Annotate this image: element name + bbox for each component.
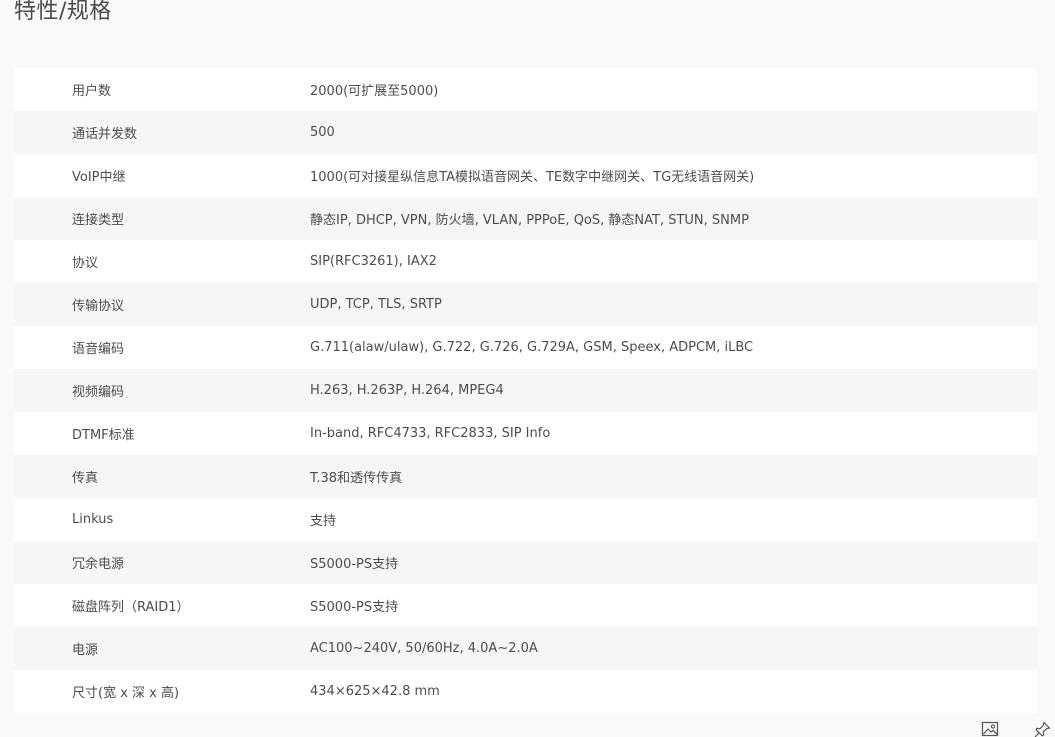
spec-value: S5000-PS支持	[310, 584, 1037, 627]
table-row: 连接类型 静态IP, DHCP, VPN, 防火墙, VLAN, PPPoE, …	[14, 197, 1037, 240]
spec-label: 电源	[14, 627, 310, 670]
table-row: 协议 SIP(RFC3261), IAX2	[14, 240, 1037, 283]
spec-label: 用户数	[14, 68, 310, 111]
spec-label: 连接类型	[14, 197, 310, 240]
floating-toolbar	[965, 717, 1055, 737]
table-row: 传输协议 UDP, TCP, TLS, SRTP	[14, 283, 1037, 326]
spec-table: 用户数 2000(可扩展至5000) 通话并发数 500 VoIP中继 1000…	[14, 68, 1037, 713]
spec-label: 协议	[14, 240, 310, 283]
table-row: 尺寸(宽 x 深 x 高) 434×625×42.8 mm	[14, 670, 1037, 713]
spec-value: T.38和透传传真	[310, 455, 1037, 498]
spec-label: 通话并发数	[14, 111, 310, 154]
spec-value: H.263, H.263P, H.264, MPEG4	[310, 369, 1037, 412]
spec-value: 1000(可对接星纵信息TA模拟语音网关、TE数字中继网关、TG无线语音网关)	[310, 154, 1037, 197]
table-row: 磁盘阵列（RAID1） S5000-PS支持	[14, 584, 1037, 627]
table-row: 电源 AC100~240V, 50/60Hz, 4.0A~2.0A	[14, 627, 1037, 670]
table-row: DTMF标准 In-band, RFC4733, RFC2833, SIP In…	[14, 412, 1037, 455]
spec-label: 尺寸(宽 x 深 x 高)	[14, 670, 310, 713]
page-title: 特性/规格	[14, 0, 112, 24]
spec-label: 传真	[14, 455, 310, 498]
table-row: 冗余电源 S5000-PS支持	[14, 541, 1037, 584]
spec-label: 传输协议	[14, 283, 310, 326]
spec-value: AC100~240V, 50/60Hz, 4.0A~2.0A	[310, 627, 1037, 670]
spec-value: In-band, RFC4733, RFC2833, SIP Info	[310, 412, 1037, 455]
spec-label: VoIP中继	[14, 154, 310, 197]
spec-value: 2000(可扩展至5000)	[310, 68, 1037, 111]
spec-label: 磁盘阵列（RAID1）	[14, 584, 310, 627]
spec-value: 支持	[310, 498, 1037, 541]
table-row: 视频编码 H.263, H.263P, H.264, MPEG4	[14, 369, 1037, 412]
spec-value: 500	[310, 111, 1037, 154]
spec-value: UDP, TCP, TLS, SRTP	[310, 283, 1037, 326]
spec-value: S5000-PS支持	[310, 541, 1037, 584]
spec-value: 静态IP, DHCP, VPN, 防火墙, VLAN, PPPoE, QoS, …	[310, 197, 1037, 240]
table-row: VoIP中继 1000(可对接星纵信息TA模拟语音网关、TE数字中继网关、TG无…	[14, 154, 1037, 197]
table-row: 传真 T.38和透传传真	[14, 455, 1037, 498]
spec-value: G.711(alaw/ulaw), G.722, G.726, G.729A, …	[310, 326, 1037, 369]
spec-label: Linkus	[14, 498, 310, 541]
spec-label: 视频编码	[14, 369, 310, 412]
spec-value: SIP(RFC3261), IAX2	[310, 240, 1037, 283]
table-row: 用户数 2000(可扩展至5000)	[14, 68, 1037, 111]
table-row: 通话并发数 500	[14, 111, 1037, 154]
spec-label: 语音编码	[14, 326, 310, 369]
spec-label: 冗余电源	[14, 541, 310, 584]
table-row: Linkus 支持	[14, 498, 1037, 541]
table-row: 语音编码 G.711(alaw/ulaw), G.722, G.726, G.7…	[14, 326, 1037, 369]
spec-label: DTMF标准	[14, 412, 310, 455]
spec-value: 434×625×42.8 mm	[310, 670, 1037, 713]
